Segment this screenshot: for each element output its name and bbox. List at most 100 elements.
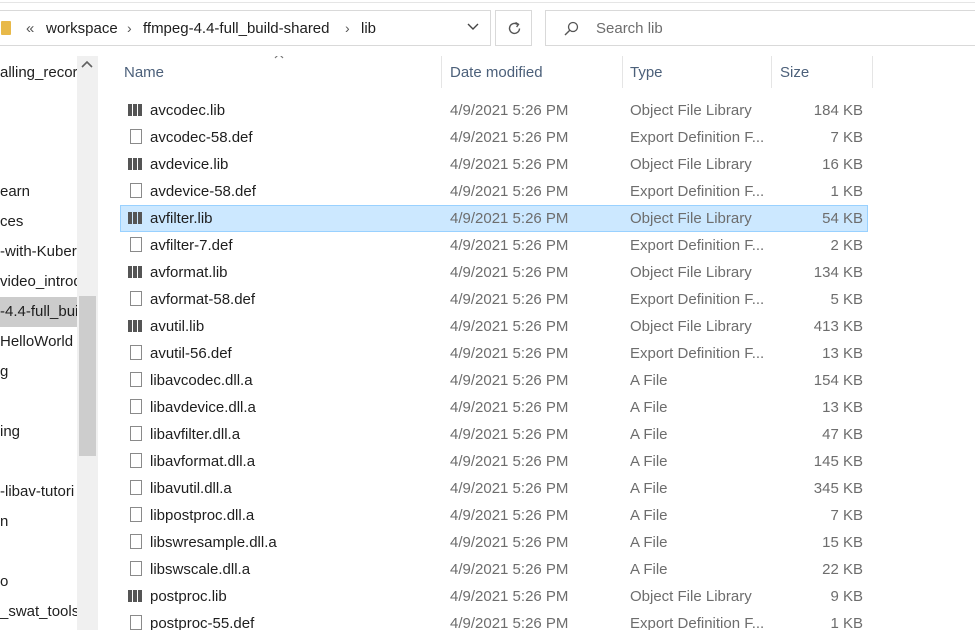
library-book-shape — [138, 266, 142, 278]
file-size: 145 KB — [813, 453, 863, 470]
file-row[interactable]: libswresample.dll.a 4/9/2021 5:26 PM A Fil… — [120, 529, 868, 556]
file-type: Export Definition F... — [630, 129, 765, 146]
file-row[interactable]: avformat.lib 4/9/2021 5:26 PM Object File … — [120, 259, 868, 286]
breadcrumb-ffmpeg[interactable]: ffmpeg-4.4-full_build-shared — [143, 20, 330, 37]
file-name: libswresample.dll.a — [150, 534, 277, 551]
library-book-shape — [128, 266, 132, 278]
file-name: libavcodec.dll.a — [150, 372, 253, 389]
refresh-icon — [508, 21, 521, 35]
file-row[interactable]: postproc-55.def 4/9/2021 5:26 PM Export De… — [120, 610, 868, 630]
file-row[interactable]: libavcodec.dll.a 4/9/2021 5:26 PM A File 15… — [120, 367, 868, 394]
library-book-shape — [133, 104, 137, 116]
file-row[interactable]: avutil-56.def 4/9/2021 5:26 PM Export Defi… — [120, 340, 868, 367]
file-row[interactable]: avdevice-58.def 4/9/2021 5:26 PM Export De… — [120, 178, 868, 205]
file-row[interactable]: libavdevice.dll.a 4/9/2021 5:26 PM A File 1… — [120, 394, 868, 421]
sort-ascending-icon — [273, 56, 285, 64]
file-date: 4/9/2021 5:26 PM — [450, 534, 569, 551]
file-type: Object File Library — [630, 156, 752, 173]
navigation-pane[interactable]: alling_record earn ces -with-Kuber video… — [0, 56, 98, 630]
address-bar[interactable]: « workspace › ffmpeg-4.4-full_build-shar… — [0, 10, 491, 46]
column-header-name[interactable]: Name — [124, 64, 164, 81]
library-book-shape — [128, 104, 132, 116]
file-row[interactable]: avcodec.lib 4/9/2021 5:26 PM Object File L… — [120, 97, 868, 124]
file-type: Export Definition F... — [630, 291, 765, 308]
file-date: 4/9/2021 5:26 PM — [450, 507, 569, 524]
file-row-selected[interactable]: avfilter.lib 4/9/2021 5:26 PM Object File … — [120, 205, 868, 232]
file-row[interactable]: avdevice.lib 4/9/2021 5:26 PM Object File … — [120, 151, 868, 178]
file-icon — [130, 372, 142, 387]
file-size: 16 KB — [822, 156, 863, 173]
file-date: 4/9/2021 5:26 PM — [450, 345, 569, 362]
file-icon — [130, 129, 142, 144]
scrollbar-thumb[interactable] — [79, 296, 96, 456]
file-type: A File — [630, 399, 668, 416]
file-name: postproc-55.def — [150, 615, 255, 630]
search-input[interactable]: Search lib — [545, 10, 975, 46]
column-divider[interactable] — [872, 56, 873, 88]
column-divider[interactable] — [622, 56, 623, 88]
breadcrumb-lib[interactable]: lib — [361, 20, 376, 37]
file-list: Name Date modified Type Size avcodec.lib… — [98, 56, 975, 630]
file-icon — [130, 291, 142, 306]
column-divider[interactable] — [771, 56, 772, 88]
file-type: A File — [630, 507, 668, 524]
breadcrumb-workspace[interactable]: workspace — [46, 20, 118, 37]
file-row[interactable]: libavutil.dll.a 4/9/2021 5:26 PM A File 345… — [120, 475, 868, 502]
file-row[interactable]: avutil.lib 4/9/2021 5:26 PM Object File Li… — [120, 313, 868, 340]
file-icon — [130, 507, 142, 522]
file-type: A File — [630, 480, 668, 497]
file-row[interactable]: libavformat.dll.a 4/9/2021 5:26 PM A File 1… — [120, 448, 868, 475]
file-name: avutil.lib — [150, 318, 205, 335]
file-icon — [130, 561, 142, 576]
toolbar-divider — [0, 2, 975, 3]
column-divider[interactable] — [441, 56, 442, 88]
file-size: 413 KB — [813, 318, 863, 335]
file-name: avcodec-58.def — [150, 129, 253, 146]
file-type: Export Definition F... — [630, 615, 765, 630]
file-row[interactable]: libswscale.dll.a 4/9/2021 5:26 PM A File 22… — [120, 556, 868, 583]
library-book-shape — [128, 158, 132, 170]
file-date: 4/9/2021 5:26 PM — [450, 318, 569, 335]
refresh-button[interactable] — [495, 10, 532, 46]
file-type: Object File Library — [630, 264, 752, 281]
column-header-type[interactable]: Type — [630, 64, 663, 81]
file-icon — [130, 534, 142, 549]
file-date: 4/9/2021 5:26 PM — [450, 480, 569, 497]
file-type: A File — [630, 561, 668, 578]
library-icon — [128, 104, 143, 117]
breadcrumb-overflow[interactable]: « — [26, 20, 34, 37]
file-row[interactable]: avcodec-58.def 4/9/2021 5:26 PM Export Def… — [120, 124, 868, 151]
file-name: libavfilter.dll.a — [150, 426, 241, 443]
breadcrumb-separator-icon[interactable]: › — [345, 20, 350, 36]
file-name: avfilter.lib — [150, 210, 213, 227]
chevron-up-icon[interactable] — [80, 58, 94, 73]
file-name: avfilter-7.def — [150, 237, 233, 254]
chevron-down-icon[interactable] — [466, 19, 480, 36]
library-book-shape — [128, 320, 132, 332]
file-date: 4/9/2021 5:26 PM — [450, 561, 569, 578]
file-size: 345 KB — [813, 480, 863, 497]
file-date: 4/9/2021 5:26 PM — [450, 399, 569, 416]
column-header-date[interactable]: Date modified — [450, 64, 543, 81]
file-size: 13 KB — [822, 345, 863, 362]
file-name: avdevice-58.def — [150, 183, 256, 200]
file-row[interactable]: postproc.lib 4/9/2021 5:26 PM Object File … — [120, 583, 868, 610]
file-size: 7 KB — [830, 507, 863, 524]
library-book-shape — [138, 590, 142, 602]
file-size: 184 KB — [813, 102, 863, 119]
breadcrumb-separator-icon[interactable]: › — [127, 20, 132, 36]
column-header-size[interactable]: Size — [780, 64, 809, 81]
file-size: 9 KB — [830, 588, 863, 605]
file-date: 4/9/2021 5:26 PM — [450, 102, 569, 119]
file-date: 4/9/2021 5:26 PM — [450, 291, 569, 308]
file-icon — [130, 426, 142, 441]
file-row[interactable]: avfilter-7.def 4/9/2021 5:26 PM Export Def… — [120, 232, 868, 259]
file-type: A File — [630, 426, 668, 443]
file-icon — [130, 183, 142, 198]
search-placeholder: Search lib — [596, 20, 663, 37]
file-row[interactable]: libpostproc.dll.a 4/9/2021 5:26 PM A File 7… — [120, 502, 868, 529]
file-row[interactable]: libavfilter.dll.a 4/9/2021 5:26 PM A File 4… — [120, 421, 868, 448]
file-row[interactable]: avformat-58.def 4/9/2021 5:26 PM Export De… — [120, 286, 868, 313]
file-name: libavformat.dll.a — [150, 453, 256, 470]
nav-scrollbar[interactable] — [77, 56, 98, 630]
